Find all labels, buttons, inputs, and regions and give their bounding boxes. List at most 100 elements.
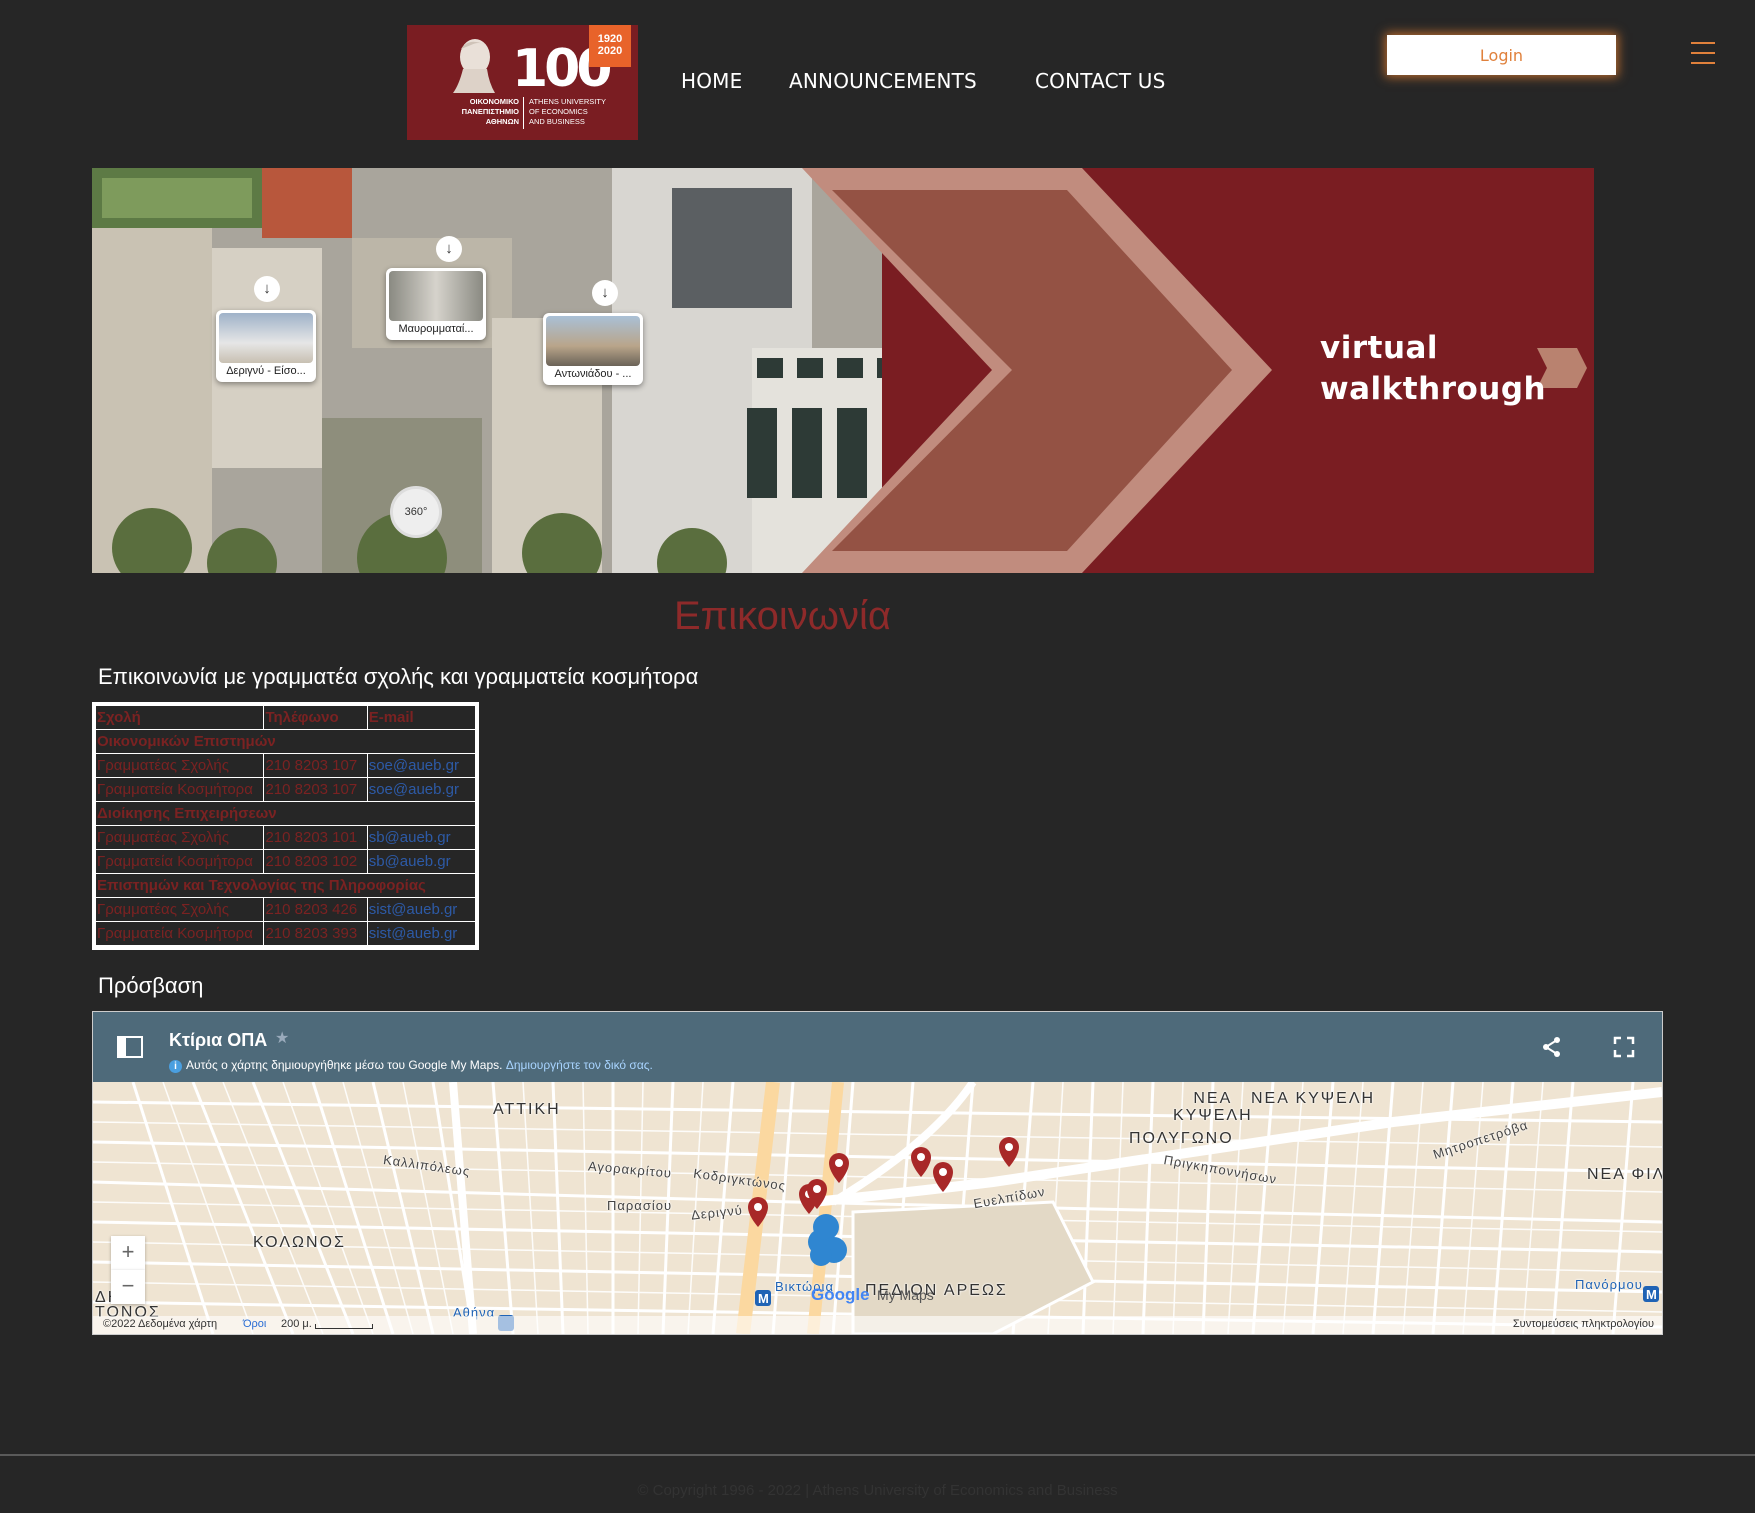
zoom-out-button[interactable]: − (111, 1270, 145, 1304)
email-cell: sist@aueb.gr (366, 897, 477, 922)
section-name: Επιστημών και Τεχνολογίας της Πληροφορία… (95, 873, 476, 898)
page-title: Επικοινωνία (673, 594, 892, 638)
header-phone: Τηλέφωνο (263, 705, 368, 730)
hotspot-thumbnail (389, 271, 483, 321)
embedded-google-map[interactable]: Κτίρια ΟΠΑ ★ i Αυτός ο χάρτης δημιουργήθη… (92, 1011, 1663, 1335)
map-label-nea-kypseli-2: ΝΕΑ ΚΥΨΕΛΗ (1173, 1090, 1253, 1124)
email-link[interactable]: sb@aueb.gr (369, 829, 451, 846)
hotspot-mavromataion[interactable]: Μαυρομματαί... (386, 268, 486, 340)
keyboard-shortcuts-link[interactable]: Συντομεύσεις πληκτρολογίου (1513, 1318, 1654, 1330)
table-row: Γραμματέας Σχολής 210 8203 101 sb@aueb.g… (94, 825, 477, 850)
map-label-station: Πανόρμου (1575, 1277, 1643, 1292)
email-cell: sb@aueb.gr (366, 825, 477, 850)
info-icon: i (169, 1060, 182, 1073)
hotspot-derigny[interactable]: Δεριγνύ - Είσο... (216, 310, 316, 382)
nav-contact-us-link[interactable]: CONTACT US (1035, 69, 1166, 93)
logo-separator (523, 97, 524, 129)
phone-cell: 210 8203 101 (263, 825, 368, 850)
role-cell: Γραμματεία Κοσμήτορα (94, 849, 265, 874)
table-row: Γραμματέας Σχολής 210 8203 107 soe@aueb.… (94, 753, 477, 778)
email-cell: sist@aueb.gr (366, 921, 477, 946)
arrow-down-icon[interactable]: ↓ (436, 236, 462, 262)
360-badge-text: 360° (404, 506, 428, 518)
arrow-down-icon[interactable]: ↓ (254, 276, 280, 302)
zoom-in-button[interactable]: + (111, 1236, 145, 1270)
share-icon[interactable] (1541, 1036, 1563, 1058)
footer-divider (0, 1454, 1755, 1456)
email-cell: soe@aueb.gr (366, 777, 477, 802)
email-link[interactable]: soe@aueb.gr (369, 781, 459, 798)
header-school: Σχολή (94, 705, 265, 730)
map-scale: 200 μ. (281, 1318, 312, 1330)
map-note: i Αυτός ο χάρτης δημιουργήθηκε μέσω του G… (169, 1058, 653, 1073)
hotspot-caption: Δεριγνύ - Είσο... (226, 365, 306, 377)
map-label-kolonos: ΚΟΛΩΝΟΣ (253, 1234, 346, 1251)
hotspot-caption: Μαυρομματαί... (398, 323, 474, 335)
access-heading: Πρόσβαση (98, 973, 204, 998)
svg-text:M: M (758, 1291, 769, 1306)
map-legend-toggle-icon[interactable] (117, 1036, 143, 1058)
logo-english-name: ATHENS UNIVERSITY OF ECONOMICS AND BUSIN… (529, 97, 606, 126)
role-cell: Γραμματέας Σχολής (94, 825, 265, 850)
banner-text-line1: virtual (1320, 330, 1439, 366)
email-cell: sb@aueb.gr (366, 849, 477, 874)
virtual-walkthrough-banner[interactable]: ↓ ↓ ↓ Δεριγνύ - Είσο... Μαυρομματαί... Α… (92, 168, 1594, 573)
section-name: Διοίκησης Επιχειρήσεων (95, 801, 476, 826)
logo-greek-name: ΟΙΚΟΝΟΜΙΚΟ ΠΑΝΕΠΙΣΤΗΜΙΟ ΑΘΗΝΩΝ (461, 97, 519, 126)
email-link[interactable]: sb@aueb.gr (369, 853, 451, 870)
section-row: Επιστημών και Τεχνολογίας της Πληροφορία… (95, 873, 476, 898)
contacts-table: Σχολή Τηλέφωνο E-mail Οικονομικών Επιστη… (92, 702, 479, 950)
map-terms-link[interactable]: Όροι (243, 1318, 266, 1330)
scale-bar (315, 1324, 373, 1329)
banner-text-line2: walkthrough (1320, 371, 1547, 407)
map-label-attiki: ΑΤΤΙΚΗ (493, 1101, 561, 1118)
map-note-text: Αυτός ο χάρτης δημιουργήθηκε μέσω του Go… (186, 1058, 503, 1072)
360-view-icon[interactable]: 360° (390, 486, 442, 538)
phone-cell: 210 8203 107 (263, 753, 368, 778)
map-data-attribution: ©2022 Δεδομένα χάρτη (103, 1318, 218, 1330)
map-header-bar: Κτίρια ΟΠΑ ★ i Αυτός ο χάρτης δημιουργήθη… (93, 1012, 1662, 1082)
email-link[interactable]: soe@aueb.gr (369, 757, 459, 774)
arrow-down-icon[interactable]: ↓ (592, 280, 618, 306)
hamburger-icon[interactable] (1691, 41, 1715, 65)
phone-cell: 210 8203 426 (263, 897, 368, 922)
hotspot-thumbnail (219, 313, 313, 363)
map-label-nea-kypseli: ΝΕΑ ΚΥΨΕΛΗ (1251, 1090, 1376, 1107)
map-label-nea-fil: ΝΕΑ ΦΙΛ (1587, 1166, 1663, 1183)
table-row: Γραμματεία Κοσμήτορα 210 8203 393 sist@a… (94, 921, 477, 946)
fullscreen-icon[interactable] (1613, 1036, 1635, 1058)
email-link[interactable]: sist@aueb.gr (369, 925, 458, 942)
login-button[interactable]: Login (1387, 35, 1616, 75)
role-cell: Γραμματέας Σχολής (94, 753, 265, 778)
header-email: E-mail (366, 705, 477, 730)
phone-cell: 210 8203 393 (263, 921, 368, 946)
my-maps-label: My Maps (877, 1287, 934, 1303)
email-cell: soe@aueb.gr (366, 753, 477, 778)
virtual-walkthrough-text: virtual walkthrough (1320, 328, 1546, 410)
star-icon[interactable]: ★ (275, 1028, 289, 1048)
hotspot-caption: Αντωνιάδου - ... (554, 368, 632, 380)
map-create-link[interactable]: Δημιουργήστε τον δικό σας. (506, 1058, 653, 1072)
role-cell: Γραμματέας Σχολής (94, 897, 265, 922)
nav-announcements-link[interactable]: ANNOUNCEMENTS (789, 69, 977, 93)
google-logo: Google (811, 1285, 870, 1305)
section-row: Διοίκησης Επιχειρήσεων (95, 801, 476, 826)
logo-years-badge: 1920 2020 (589, 25, 631, 67)
email-link[interactable]: sist@aueb.gr (369, 901, 458, 918)
map-label-polygono: ΠΟΛΥΓΩΝΟ (1129, 1130, 1234, 1147)
phone-cell: 210 8203 102 (263, 849, 368, 874)
map-footer: ©2022 Δεδομένα χάρτη Όροι 200 μ. Συντομε… (93, 1316, 1662, 1334)
map-title[interactable]: Κτίρια ΟΠΑ (169, 1030, 267, 1051)
section-name: Οικονομικών Επιστημών (95, 729, 476, 754)
hotspot-antoniadou[interactable]: Αντωνιάδου - ... (543, 313, 643, 385)
table-row: Γραμματέας Σχολής 210 8203 426 sist@aueb… (94, 897, 477, 922)
university-logo[interactable]: 100 1920 2020 ΟΙΚΟΝΟΜΙΚΟ ΠΑΝΕΠΙΣΤΗΜΙΟ ΑΘ… (407, 25, 638, 140)
bust-logo-icon (453, 39, 495, 93)
nav-home-link[interactable]: HOME (681, 69, 742, 93)
google-logo-text: Google (811, 1285, 870, 1304)
hotspot-thumbnail (546, 316, 640, 366)
contact-subheading: Επικοινωνία με γραμματέα σχολής και γραμ… (98, 664, 699, 689)
phone-cell: 210 8203 107 (263, 777, 368, 802)
table-row: Γραμματεία Κοσμήτορα 210 8203 102 sb@aue… (94, 849, 477, 874)
map-label-street: Παρασίου (607, 1198, 673, 1213)
